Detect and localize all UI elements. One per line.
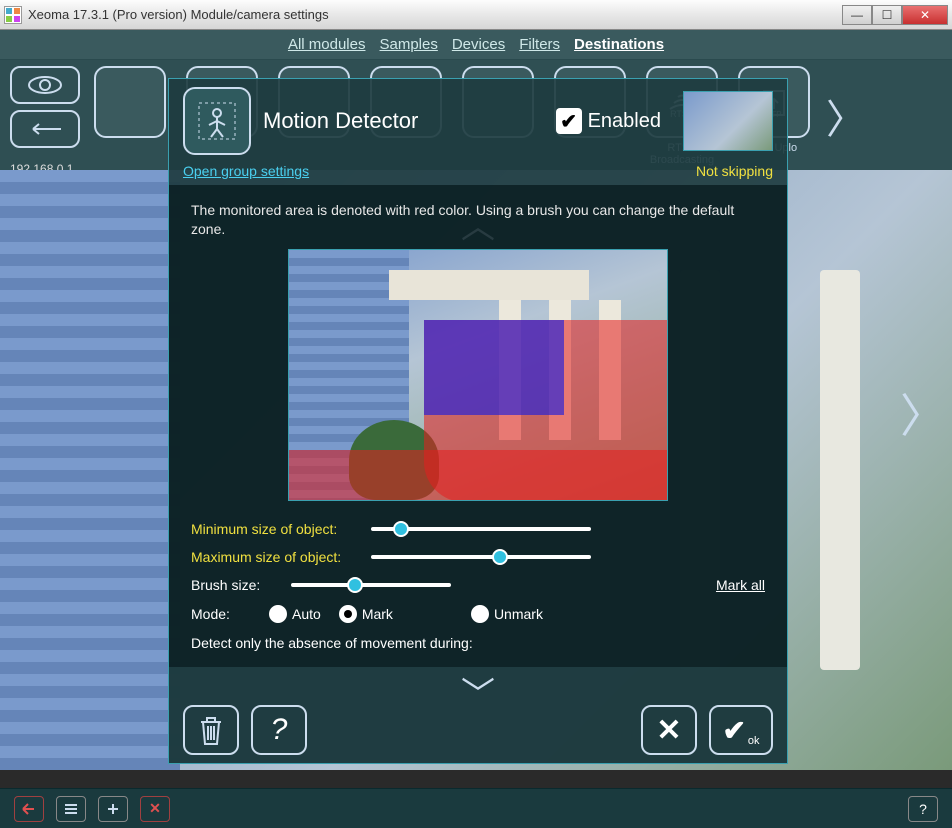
back-button[interactable] — [10, 110, 80, 148]
bottom-toolbar: ✕ ? — [0, 788, 952, 828]
enabled-checkbox[interactable]: ✔ — [556, 108, 582, 134]
page-scroll-right[interactable]: 〉 — [900, 380, 946, 446]
ok-label: ok — [748, 735, 760, 747]
description-text: The monitored area is denoted with red c… — [191, 201, 765, 239]
motion-detector-dialog: Motion Detector ✔ Enabled ︿ Open group s… — [168, 78, 788, 764]
window-maximize-button[interactable]: ☐ — [872, 5, 902, 25]
check-icon: ✔ — [722, 714, 745, 747]
mode-unmark-label: Unmark — [494, 606, 543, 622]
tab-filters[interactable]: Filters — [519, 36, 560, 53]
bottombar-back-button[interactable] — [14, 796, 44, 822]
max-size-label: Maximum size of object: — [191, 549, 361, 565]
dialog-title: Motion Detector — [263, 108, 418, 134]
module-box-1[interactable] — [94, 66, 166, 138]
brush-size-slider[interactable] — [291, 583, 451, 587]
bottombar-add-button[interactable] — [98, 796, 128, 822]
mark-all-link[interactable]: Mark all — [716, 577, 765, 593]
mode-auto-label: Auto — [292, 606, 321, 622]
brush-size-label: Brush size: — [191, 577, 281, 593]
min-size-slider[interactable] — [371, 527, 591, 531]
window-title: Xeoma 17.3.1 (Pro version) Module/camera… — [28, 7, 842, 22]
app-icon — [4, 6, 22, 24]
max-size-thumb[interactable] — [492, 549, 508, 565]
open-group-settings-link[interactable]: Open group settings — [183, 163, 309, 179]
max-size-slider[interactable] — [371, 555, 591, 559]
cancel-button[interactable]: ✕ — [641, 705, 697, 755]
mode-auto-radio[interactable] — [269, 605, 287, 623]
brush-size-thumb[interactable] — [347, 577, 363, 593]
close-icon: ✕ — [656, 713, 681, 748]
modules-scroll-right[interactable]: 〉 — [826, 87, 848, 145]
trash-icon — [197, 714, 225, 746]
mode-label: Mode: — [191, 606, 251, 622]
tab-all-modules[interactable]: All modules — [288, 36, 366, 53]
detection-zone-preview[interactable] — [288, 249, 668, 501]
question-icon: ? — [271, 713, 288, 747]
bottombar-list-button[interactable] — [56, 796, 86, 822]
question-icon: ? — [919, 801, 927, 817]
window-titlebar: Xeoma 17.3.1 (Pro version) Module/camera… — [0, 0, 952, 30]
skipping-status: Not skipping — [696, 163, 773, 179]
dialog-thumbnail[interactable] — [683, 91, 773, 151]
eye-button[interactable] — [10, 66, 80, 104]
mode-mark-radio[interactable] — [339, 605, 357, 623]
detect-absence-label: Detect only the absence of movement duri… — [191, 635, 473, 651]
min-size-label: Minimum size of object: — [191, 521, 361, 537]
window-close-button[interactable]: ✕ — [902, 5, 948, 25]
bottombar-delete-button[interactable]: ✕ — [140, 796, 170, 822]
tab-samples[interactable]: Samples — [379, 36, 437, 53]
motion-detector-icon — [183, 87, 251, 155]
bottombar-help-button[interactable]: ? — [908, 796, 938, 822]
tab-destinations[interactable]: Destinations — [574, 36, 664, 53]
nav-tabs: All modules Samples Devices Filters Dest… — [0, 30, 952, 60]
mode-unmark-radio[interactable] — [471, 605, 489, 623]
delete-button[interactable] — [183, 705, 239, 755]
help-button[interactable]: ? — [251, 705, 307, 755]
tab-devices[interactable]: Devices — [452, 36, 505, 53]
mode-mark-label: Mark — [362, 606, 393, 622]
ok-button[interactable]: ✔ ok — [709, 705, 773, 755]
window-minimize-button[interactable]: — — [842, 5, 872, 25]
min-size-thumb[interactable] — [393, 521, 409, 537]
enabled-label: Enabled — [588, 110, 661, 133]
